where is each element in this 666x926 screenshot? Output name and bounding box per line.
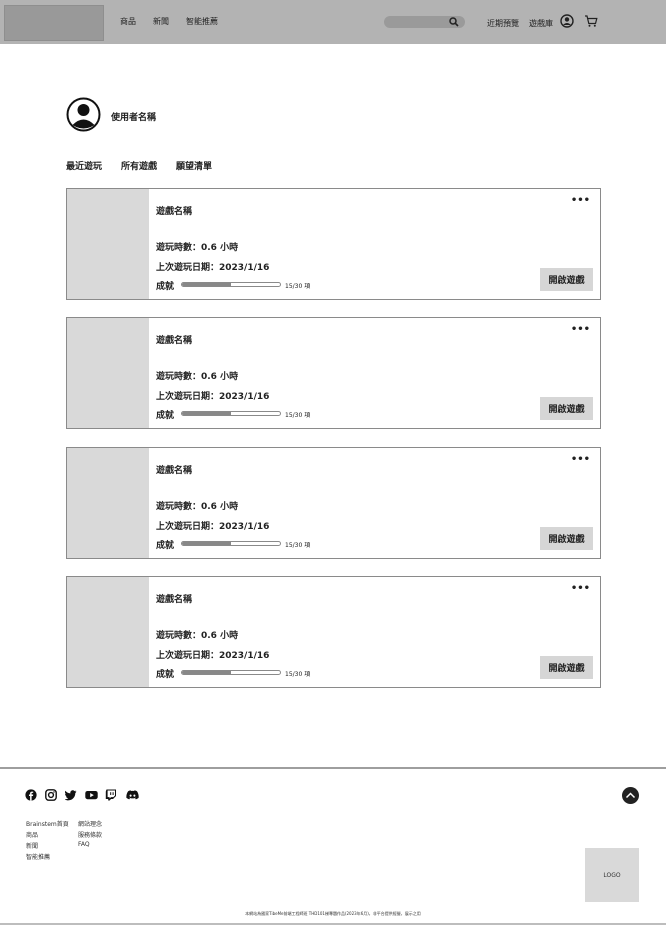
footer-link-products[interactable]: 商品 xyxy=(26,830,38,839)
game-card: 遊戲名稱 遊玩時數：0.6 小時 上次遊玩日期：2023/1/16 成就 15/… xyxy=(66,188,601,300)
twitch-icon[interactable] xyxy=(105,789,117,801)
game-card: 遊戲名稱 遊玩時數：0.6 小時 上次遊玩日期：2023/1/16 成就 15/… xyxy=(66,317,601,429)
launch-game-button[interactable]: 開啟遊戲 xyxy=(540,397,593,420)
footer-logo: LOGO xyxy=(585,848,639,902)
game-name: 遊戲名稱 xyxy=(156,207,193,217)
achievement-progress-bar xyxy=(181,411,281,416)
more-options-button[interactable]: ••• xyxy=(571,195,590,206)
instagram-icon[interactable] xyxy=(45,789,57,801)
footer-link-news[interactable]: 新聞 xyxy=(26,841,38,850)
footer-link-home[interactable]: Brainstem首頁 xyxy=(26,819,69,828)
nav-products[interactable]: 商品 xyxy=(120,16,136,27)
nav-smart-recommend[interactable]: 智能推薦 xyxy=(186,16,218,27)
site-logo[interactable] xyxy=(4,5,104,41)
game-name: 遊戲名稱 xyxy=(156,466,193,476)
achievement-count: 15/30 項 xyxy=(285,542,311,549)
achievement-progress-fill xyxy=(182,671,231,674)
twitter-icon[interactable] xyxy=(65,789,77,801)
user-icon[interactable] xyxy=(560,14,574,28)
achievement-count: 15/30 項 xyxy=(285,671,311,678)
launch-game-button[interactable]: 開啟遊戲 xyxy=(540,656,593,679)
footer-link-philosophy[interactable]: 網站理念 xyxy=(78,819,102,828)
copyright-text: 本網站為國家TibeMe前端工程師班 THD101梯專題作品(2023年6月)，… xyxy=(245,911,421,916)
tab-all-games[interactable]: 所有遊戲 xyxy=(121,159,157,172)
play-hours: 遊玩時數：0.6 小時 xyxy=(156,631,239,641)
nav-news[interactable]: 新聞 xyxy=(153,16,169,27)
more-options-button[interactable]: ••• xyxy=(571,583,590,594)
tab-wishlist[interactable]: 願望清單 xyxy=(176,159,212,172)
play-hours: 遊玩時數：0.6 小時 xyxy=(156,372,239,382)
achievement-label: 成就 xyxy=(156,282,175,292)
footer-link-smart-recommend[interactable]: 智能推薦 xyxy=(26,852,50,861)
avatar[interactable] xyxy=(66,97,101,132)
achievement-progress-fill xyxy=(182,542,231,545)
game-card: 遊戲名稱 遊玩時數：0.6 小時 上次遊玩日期：2023/1/16 成就 15/… xyxy=(66,576,601,688)
top-header: 商品 新聞 智能推薦 近期預覽 遊戲庫 xyxy=(0,0,666,44)
achievement-progress-fill xyxy=(182,412,231,415)
facebook-icon[interactable] xyxy=(25,789,37,801)
search-input[interactable] xyxy=(390,17,450,27)
search-bar xyxy=(384,16,465,28)
last-played-date: 上次遊玩日期：2023/1/16 xyxy=(156,263,270,273)
last-played-date: 上次遊玩日期：2023/1/16 xyxy=(156,392,270,402)
last-played-date: 上次遊玩日期：2023/1/16 xyxy=(156,651,270,661)
discord-icon[interactable] xyxy=(126,789,139,801)
play-hours: 遊玩時數：0.6 小時 xyxy=(156,502,239,512)
launch-game-button[interactable]: 開啟遊戲 xyxy=(540,268,593,291)
achievement-count: 15/30 項 xyxy=(285,412,311,419)
achievement-progress-bar xyxy=(181,670,281,675)
achievement-progress-bar xyxy=(181,282,281,287)
back-to-top-button[interactable] xyxy=(622,787,639,804)
achievement-count: 15/30 項 xyxy=(285,283,311,290)
achievement-progress-fill xyxy=(182,283,231,286)
bottom-divider xyxy=(0,923,666,925)
cart-icon[interactable] xyxy=(584,14,598,28)
username: 使用者名稱 xyxy=(111,113,157,123)
search-icon[interactable] xyxy=(449,17,459,27)
footer-divider xyxy=(0,767,666,769)
launch-game-button[interactable]: 開啟遊戲 xyxy=(540,527,593,550)
game-thumbnail[interactable] xyxy=(67,189,149,299)
play-hours: 遊玩時數：0.6 小時 xyxy=(156,243,239,253)
footer-link-faq[interactable]: FAQ xyxy=(78,841,90,848)
footer-link-terms[interactable]: 服務條款 xyxy=(78,830,102,839)
game-thumbnail[interactable] xyxy=(67,577,149,687)
achievement-progress-bar xyxy=(181,541,281,546)
more-options-button[interactable]: ••• xyxy=(571,324,590,335)
game-thumbnail[interactable] xyxy=(67,318,149,428)
game-name: 遊戲名稱 xyxy=(156,336,193,346)
chevron-up-icon xyxy=(625,792,636,799)
achievement-label: 成就 xyxy=(156,411,175,421)
youtube-icon[interactable] xyxy=(85,789,98,801)
achievement-label: 成就 xyxy=(156,670,175,680)
more-options-button[interactable]: ••• xyxy=(571,454,590,465)
tab-recent[interactable]: 最近遊玩 xyxy=(66,159,102,172)
game-name: 遊戲名稱 xyxy=(156,595,193,605)
last-played-date: 上次遊玩日期：2023/1/16 xyxy=(156,522,270,532)
game-card: 遊戲名稱 遊玩時數：0.6 小時 上次遊玩日期：2023/1/16 成就 15/… xyxy=(66,447,601,559)
nav-recent-preview[interactable]: 近期預覽 xyxy=(487,18,519,29)
nav-game-library[interactable]: 遊戲庫 xyxy=(529,18,553,29)
achievement-label: 成就 xyxy=(156,541,175,551)
game-thumbnail[interactable] xyxy=(67,448,149,558)
